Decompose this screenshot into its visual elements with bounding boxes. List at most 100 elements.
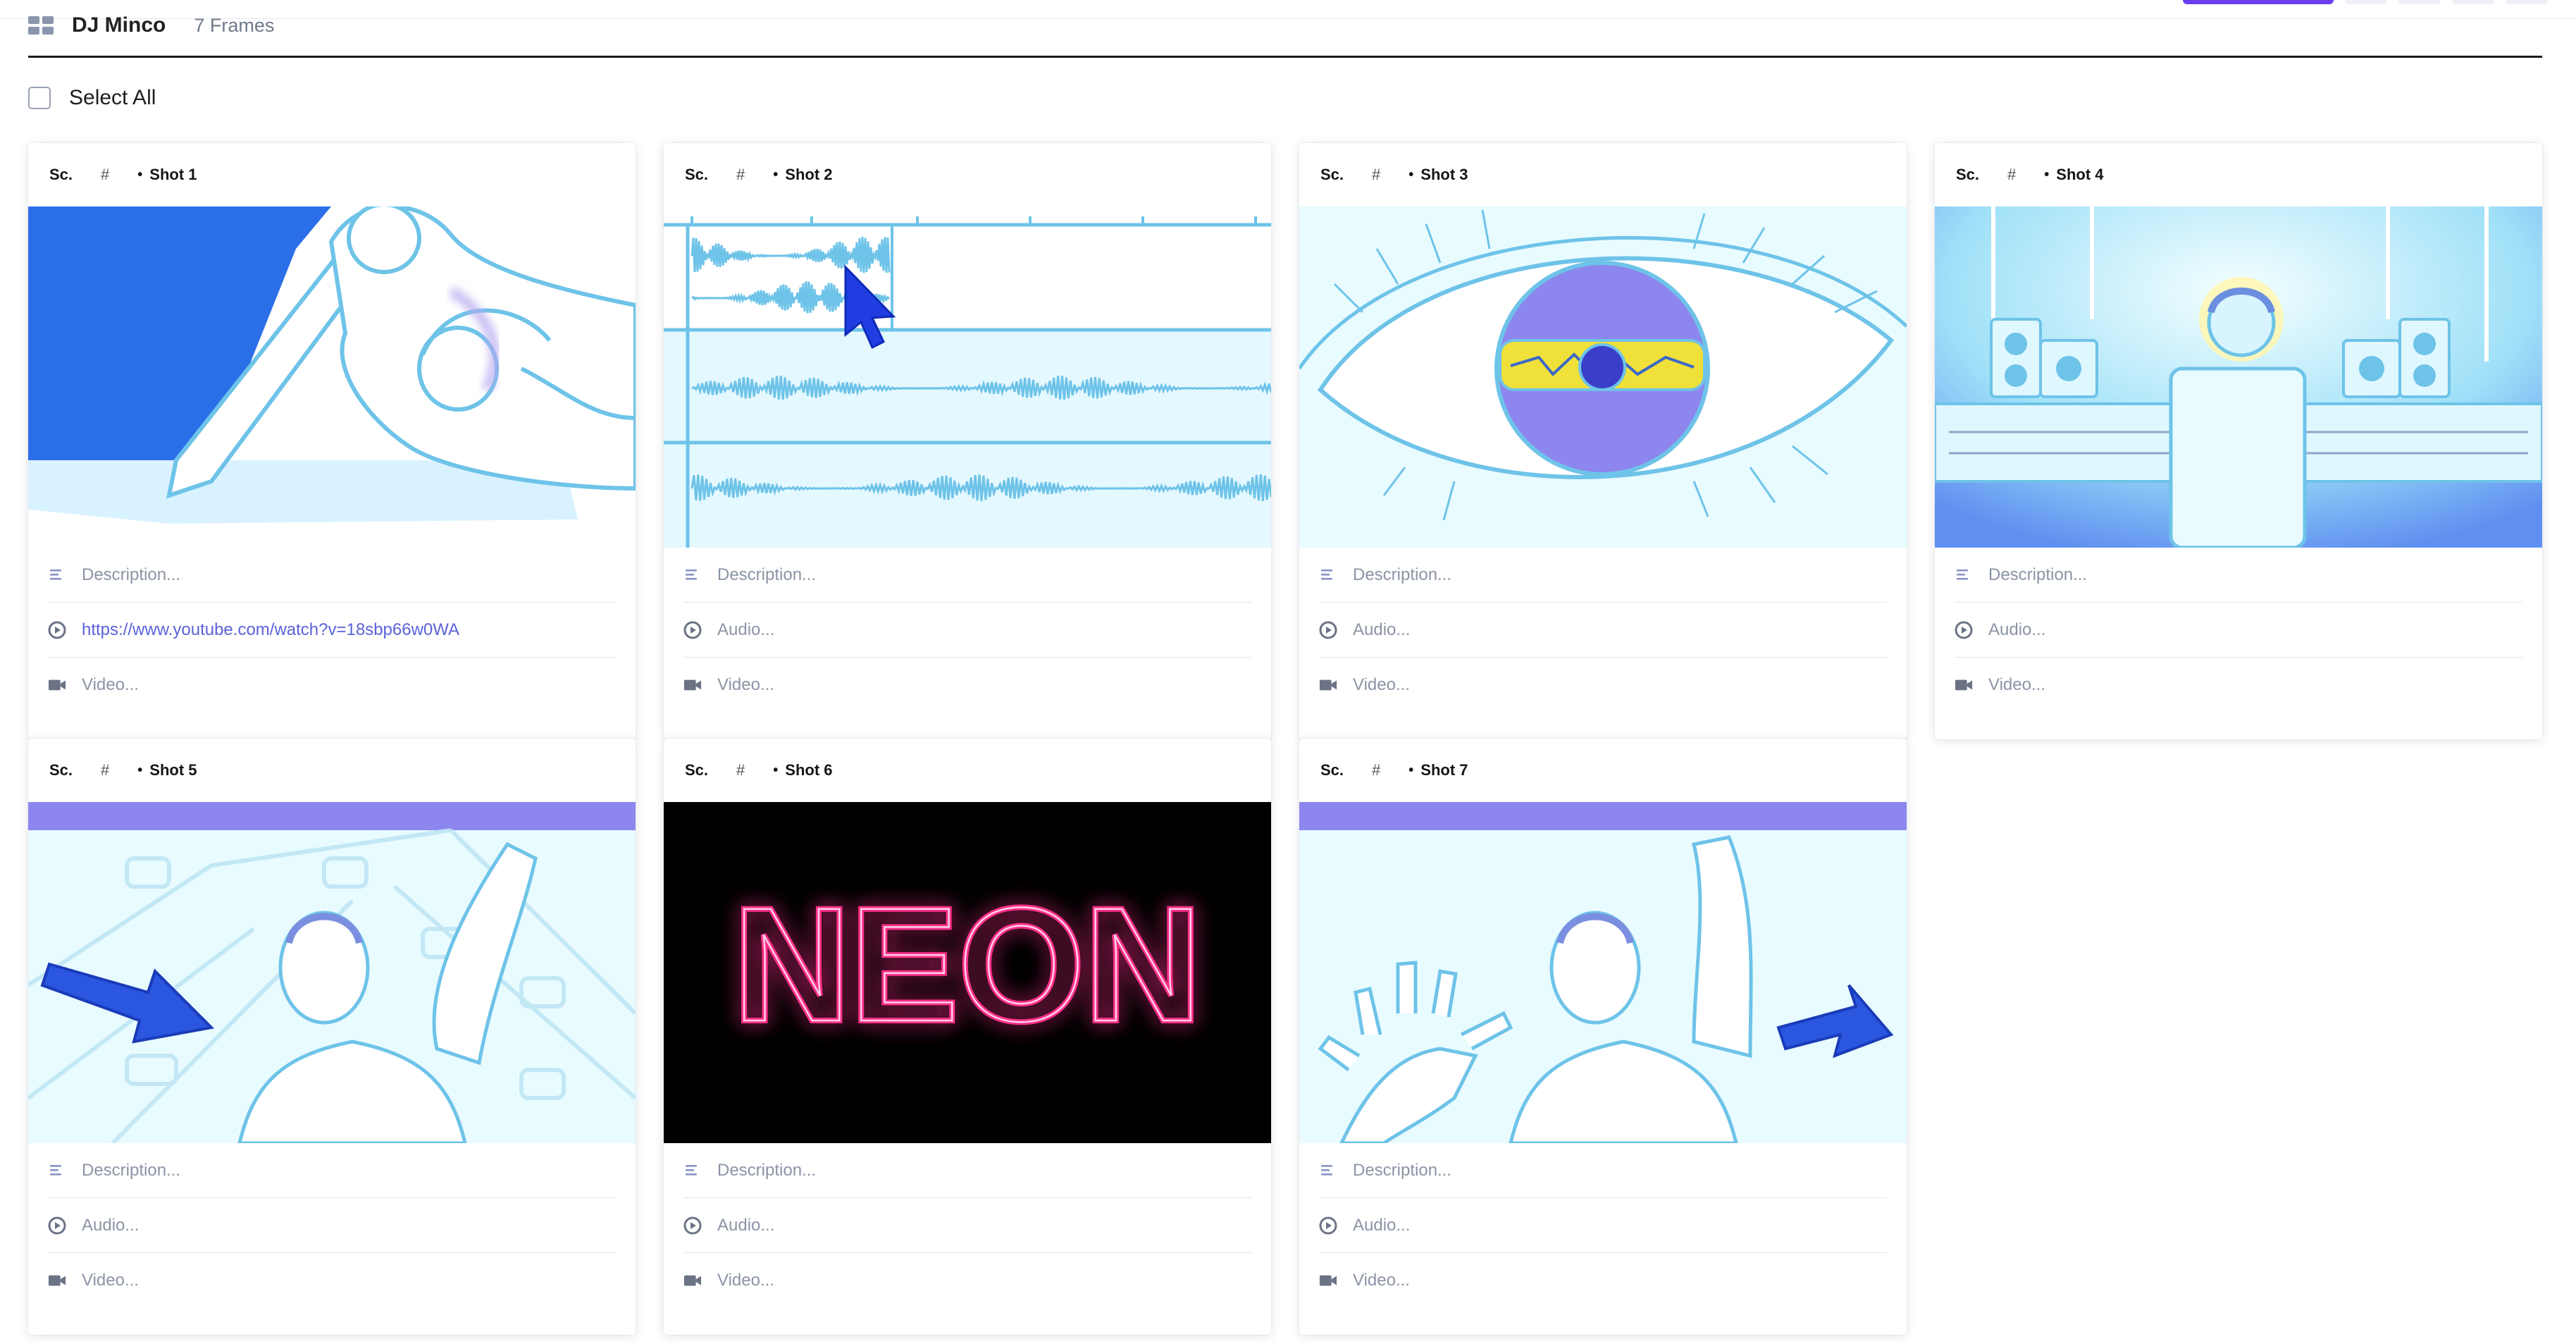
video-field[interactable]: Video... [683, 658, 1251, 712]
frame-card[interactable]: Sc. # • Shot 5 Description... Audio... V… [28, 739, 636, 1335]
text-lines-icon [48, 566, 66, 584]
frame-card[interactable]: Sc. # • Shot 7 Description... Audio... V… [1299, 739, 1907, 1335]
frame-card[interactable]: Sc. # • Shot 1 Description... https://ww… [28, 143, 636, 739]
frame-image[interactable] [664, 206, 1271, 548]
frame-card[interactable]: Sc. # • Shot 6 NEON NEON Description... [664, 739, 1271, 1335]
video-field[interactable]: Video... [48, 658, 616, 712]
description-field[interactable]: Description... [1955, 548, 2522, 603]
audio-placeholder[interactable]: Audio... [717, 1216, 774, 1235]
play-circle-icon[interactable] [683, 621, 702, 639]
video-camera-icon[interactable] [48, 1271, 66, 1290]
description-placeholder[interactable]: Description... [717, 1161, 816, 1180]
primary-action-button[interactable] [2183, 0, 2334, 4]
video-placeholder[interactable]: Video... [82, 1271, 139, 1290]
audio-link[interactable]: https://www.youtube.com/watch?v=18sbp66w… [82, 620, 459, 640]
frame-image[interactable] [1299, 206, 1907, 548]
frame-card[interactable]: Sc. # • Shot 4 Description... Audio... V… [1935, 143, 2542, 739]
video-field[interactable]: Video... [683, 1253, 1251, 1307]
shot-label[interactable]: Shot 5 [149, 761, 197, 779]
scene-number[interactable]: # [101, 166, 109, 184]
description-placeholder[interactable]: Description... [717, 565, 816, 585]
video-placeholder[interactable]: Video... [82, 675, 139, 695]
play-circle-icon[interactable] [1319, 1216, 1337, 1235]
scene-number[interactable]: # [101, 761, 109, 779]
audio-placeholder[interactable]: Audio... [1353, 620, 1410, 640]
video-field[interactable]: Video... [48, 1253, 616, 1307]
select-all-checkbox[interactable] [28, 87, 51, 109]
toolbar-button-3[interactable] [2452, 0, 2494, 4]
description-placeholder[interactable]: Description... [1988, 565, 2087, 585]
video-placeholder[interactable]: Video... [1353, 1271, 1410, 1290]
description-placeholder[interactable]: Description... [82, 1161, 180, 1180]
frame-card[interactable]: Sc. # • Shot 3 Description... Audio... V… [1299, 143, 1907, 739]
audio-field[interactable]: Audio... [683, 1198, 1251, 1253]
frame-card[interactable]: Sc. # • Shot 2 Description... Audio... V… [664, 143, 1271, 739]
audio-field[interactable]: Audio... [1319, 603, 1887, 658]
video-camera-icon[interactable] [48, 676, 66, 694]
video-placeholder[interactable]: Video... [717, 1271, 774, 1290]
scene-label[interactable]: Sc. [1320, 166, 1344, 184]
scene-label[interactable]: Sc. [1320, 761, 1344, 779]
grid-view-icon[interactable] [28, 16, 54, 35]
shot-label[interactable]: Shot 4 [2056, 166, 2103, 184]
shot-label[interactable]: Shot 7 [1420, 761, 1468, 779]
scene-label[interactable]: Sc. [685, 761, 708, 779]
select-all[interactable]: Select All [28, 86, 156, 110]
scene-number[interactable]: # [736, 761, 745, 779]
toolbar-button-4[interactable] [2506, 0, 2548, 4]
audio-placeholder[interactable]: Audio... [717, 620, 774, 640]
shot-label[interactable]: Shot 6 [785, 761, 832, 779]
description-field[interactable]: Description... [683, 1143, 1251, 1198]
video-field[interactable]: Video... [1955, 658, 2522, 712]
scene-number[interactable]: # [736, 166, 745, 184]
scene-number[interactable]: # [1372, 761, 1380, 779]
frame-image[interactable] [1299, 802, 1907, 1143]
video-camera-icon[interactable] [683, 676, 702, 694]
play-circle-icon[interactable] [48, 621, 66, 639]
description-field[interactable]: Description... [48, 548, 616, 603]
scene-label[interactable]: Sc. [1956, 166, 1979, 184]
video-placeholder[interactable]: Video... [1988, 675, 2045, 695]
play-circle-icon[interactable] [48, 1216, 66, 1235]
audio-placeholder[interactable]: Audio... [82, 1216, 139, 1235]
toolbar-button-2[interactable] [2398, 0, 2441, 4]
play-circle-icon[interactable] [683, 1216, 702, 1235]
video-camera-icon[interactable] [1319, 1271, 1337, 1290]
audio-field[interactable]: Audio... [48, 1198, 616, 1253]
audio-placeholder[interactable]: Audio... [1988, 620, 2045, 640]
audio-field[interactable]: Audio... [683, 603, 1251, 658]
description-field[interactable]: Description... [1319, 1143, 1887, 1198]
audio-field[interactable]: Audio... [1955, 603, 2522, 658]
scene-number[interactable]: # [1372, 166, 1380, 184]
audio-field[interactable]: https://www.youtube.com/watch?v=18sbp66w… [48, 603, 616, 658]
audio-field[interactable]: Audio... [1319, 1198, 1887, 1253]
play-circle-icon[interactable] [1319, 621, 1337, 639]
toolbar-button-1[interactable] [2345, 0, 2387, 4]
video-field[interactable]: Video... [1319, 1253, 1887, 1307]
description-placeholder[interactable]: Description... [1353, 565, 1451, 585]
video-camera-icon[interactable] [683, 1271, 702, 1290]
video-placeholder[interactable]: Video... [1353, 675, 1410, 695]
frame-image[interactable]: NEON NEON [664, 802, 1271, 1143]
shot-label[interactable]: Shot 3 [1420, 166, 1468, 184]
shot-label[interactable]: Shot 2 [785, 166, 832, 184]
scene-label[interactable]: Sc. [49, 761, 73, 779]
play-circle-icon[interactable] [1955, 621, 1973, 639]
description-placeholder[interactable]: Description... [1353, 1161, 1451, 1180]
frame-image[interactable] [28, 206, 636, 548]
video-placeholder[interactable]: Video... [717, 675, 774, 695]
scene-label[interactable]: Sc. [49, 166, 73, 184]
scene-number[interactable]: # [2007, 166, 2016, 184]
video-field[interactable]: Video... [1319, 658, 1887, 712]
description-placeholder[interactable]: Description... [82, 565, 180, 585]
video-camera-icon[interactable] [1319, 676, 1337, 694]
description-field[interactable]: Description... [48, 1143, 616, 1198]
frame-image[interactable] [1935, 206, 2542, 548]
shot-label[interactable]: Shot 1 [149, 166, 197, 184]
audio-placeholder[interactable]: Audio... [1353, 1216, 1410, 1235]
frame-image[interactable] [28, 802, 636, 1143]
video-camera-icon[interactable] [1955, 676, 1973, 694]
description-field[interactable]: Description... [683, 548, 1251, 603]
description-field[interactable]: Description... [1319, 548, 1887, 603]
scene-label[interactable]: Sc. [685, 166, 708, 184]
